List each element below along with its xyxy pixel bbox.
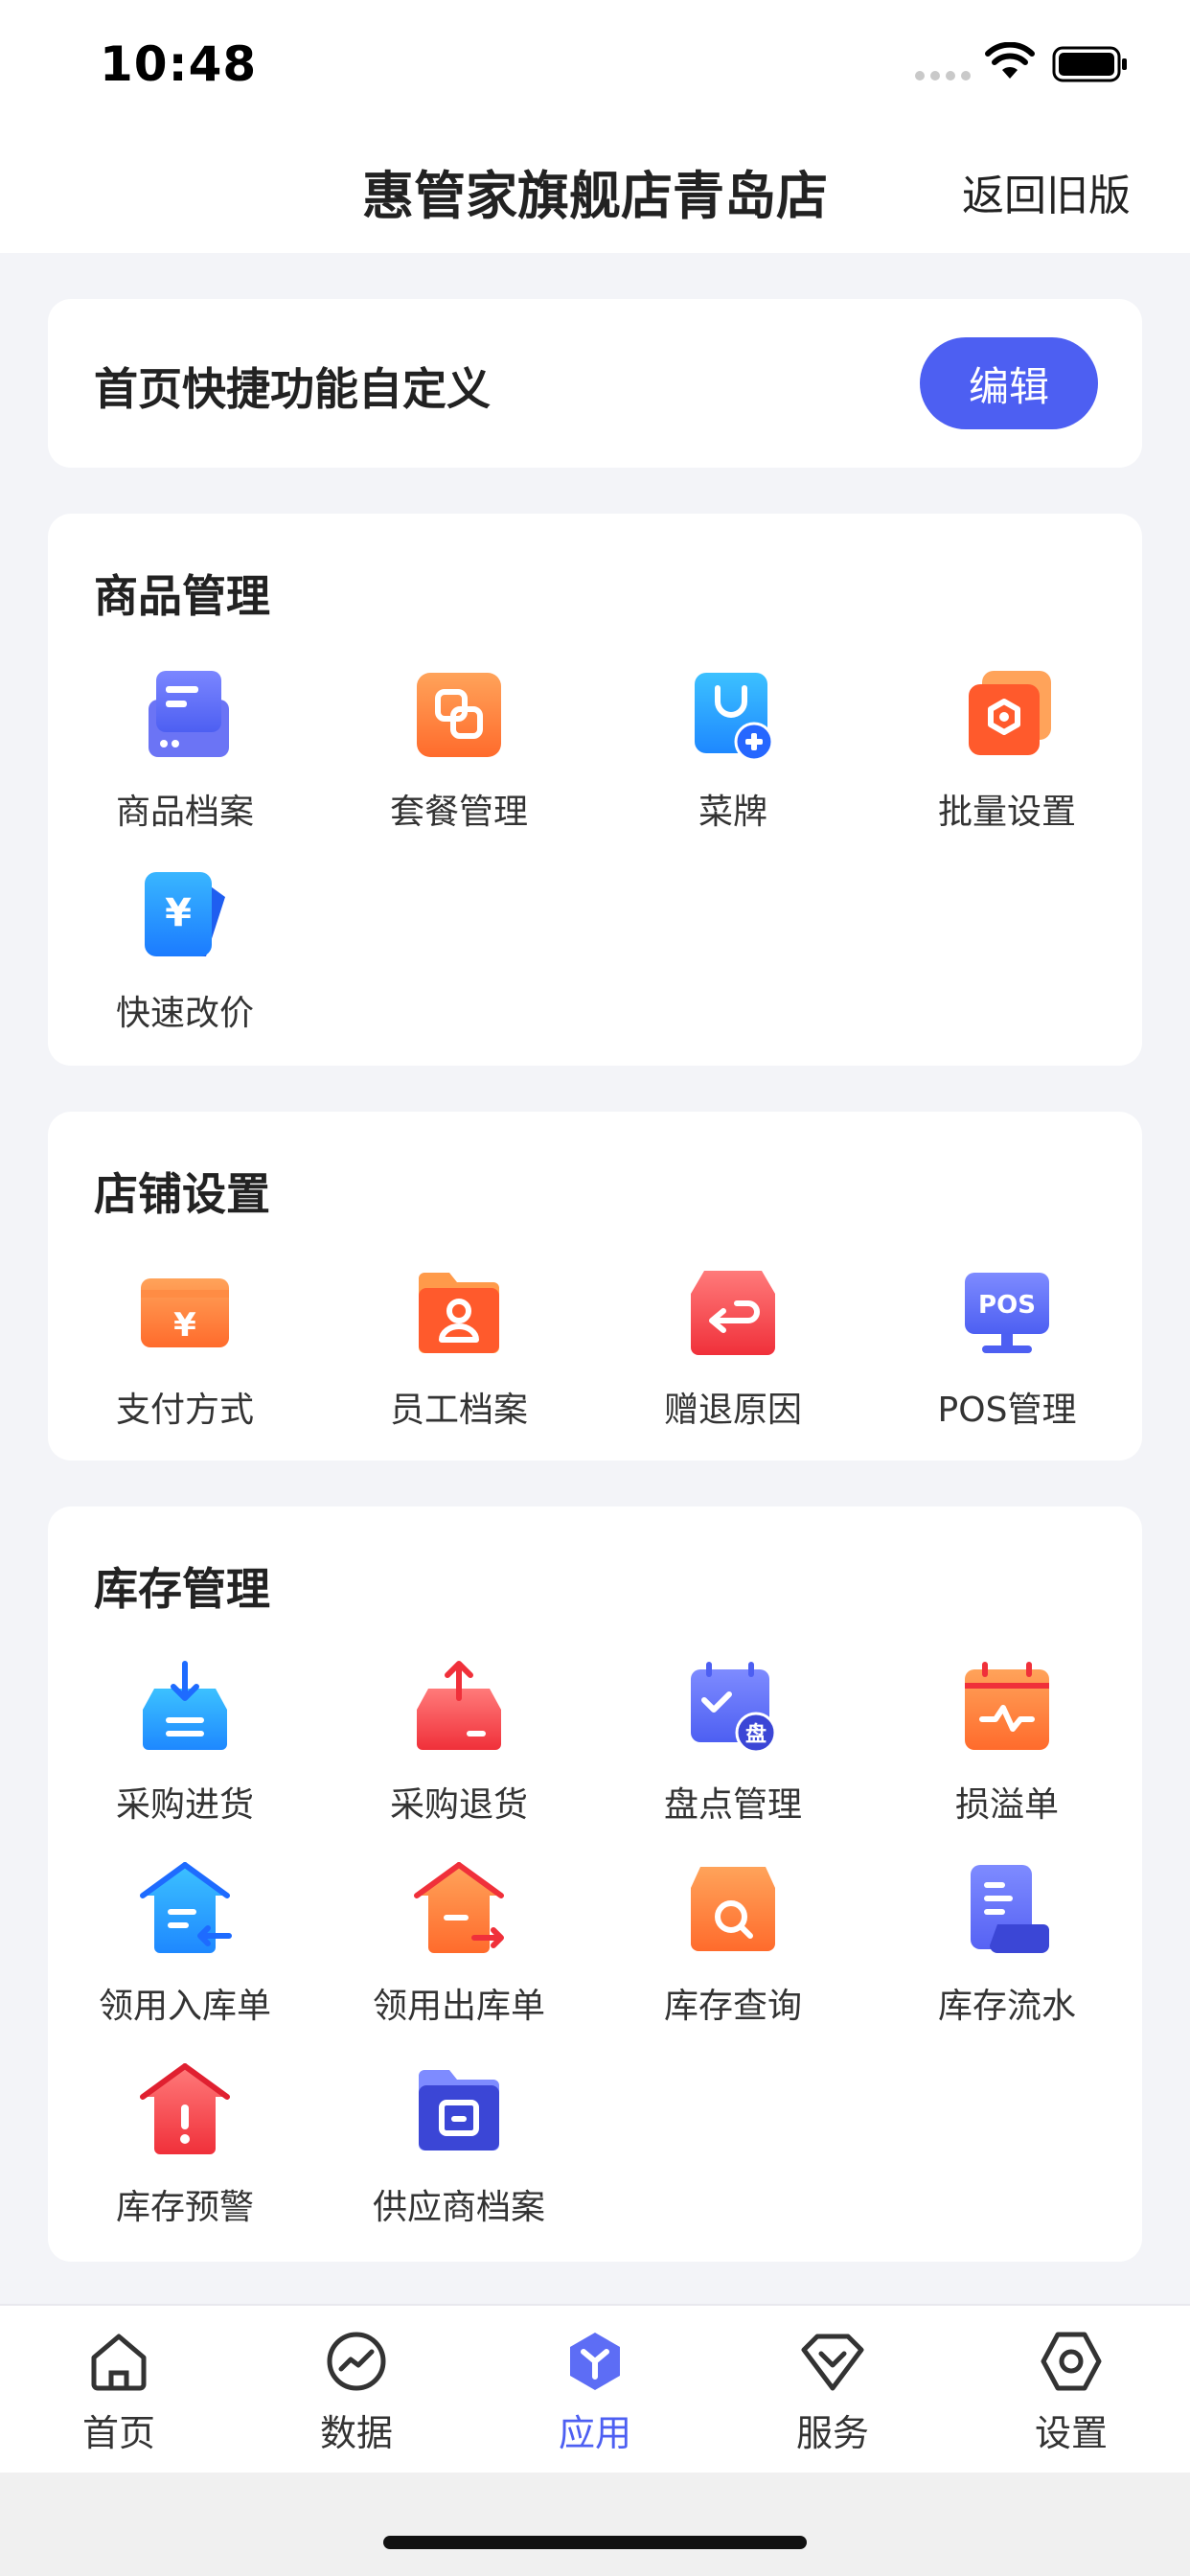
stock-out-icon [414, 1862, 504, 1953]
tab-settings[interactable]: 设置 [952, 2329, 1190, 2463]
grid-item-label: 商品档案 [115, 793, 254, 832]
grid-item-stock-flow[interactable]: 库存流水 [870, 1861, 1144, 2043]
tab-home[interactable]: 首页 [0, 2329, 238, 2463]
goods-archive-icon [149, 671, 229, 757]
inventory-check-icon-text: 盘 [745, 1722, 767, 1747]
tab-label: 应用 [558, 2412, 631, 2454]
tab-label: 首页 [81, 2412, 155, 2454]
grid-item-label: 领用入库单 [98, 1987, 271, 2026]
stock-flow-icon [971, 1865, 1049, 1953]
battery-icon [1052, 46, 1127, 82]
section-title: 库存管理 [94, 1563, 270, 1615]
quick-price-icon: ¥ [145, 872, 225, 956]
return-reason-icon [691, 1271, 775, 1355]
service-icon [801, 2334, 864, 2391]
stock-warning-icon [140, 2063, 230, 2154]
purchase-return-icon [417, 1661, 501, 1750]
grid-item-stock-out[interactable]: 领用出库单 [322, 1861, 596, 2043]
svg-text:¥: ¥ [165, 891, 192, 935]
stock-in-icon [140, 1862, 232, 1953]
grid-item-label: 库存预警 [115, 2188, 254, 2227]
grid-item-supplier[interactable]: 供应商档案 [322, 2062, 596, 2244]
pos-icon-text: POS [978, 1291, 1036, 1320]
status-bar: 10:48 [0, 0, 1190, 134]
staff-icon [419, 1273, 499, 1353]
store-settings-card: 店铺设置 ¥ 支付方式 员工档案 赠退原因 POS POS管理 [48, 1112, 1142, 1460]
tab-label: 数据 [319, 2412, 393, 2454]
grid-item-label: 赠退原因 [663, 1391, 802, 1430]
supplier-icon [419, 2070, 499, 2150]
home-indicator[interactable] [383, 2536, 807, 2549]
batch-settings-icon [969, 671, 1051, 755]
grid-item-purchase-in[interactable]: 采购进货 [48, 1660, 322, 1842]
grid-item-label: 员工档案 [389, 1391, 528, 1430]
grid-item-label: 采购退货 [389, 1785, 528, 1825]
grid-item-label: 支付方式 [115, 1391, 254, 1430]
payment-icon: ¥ [141, 1278, 229, 1347]
grid-item-purchase-return[interactable]: 采购退货 [322, 1660, 596, 1842]
grid-item-label: 菜牌 [698, 793, 767, 832]
grid-item-menu-card[interactable]: 菜牌 [596, 667, 870, 849]
grid-item-label: 库存流水 [937, 1987, 1076, 2026]
svg-text:¥: ¥ [173, 1306, 196, 1345]
tab-label: 服务 [795, 2412, 869, 2454]
menu-card-icon [695, 673, 774, 762]
apps-icon [570, 2333, 620, 2390]
edit-button[interactable]: 编辑 [920, 337, 1098, 429]
grid-item-label: POS管理 [937, 1391, 1077, 1430]
grid-item-stock-query[interactable]: 库存查询 [596, 1861, 870, 2043]
grid-item-return-reason[interactable]: 赠退原因 [596, 1265, 870, 1447]
section-title: 商品管理 [94, 570, 270, 622]
combo-icon [417, 673, 501, 757]
grid-item-label: 快速改价 [115, 994, 254, 1033]
home-indicator-area [0, 2472, 1190, 2576]
loss-gain-icon [965, 1662, 1049, 1750]
grid-item-label: 供应商档案 [372, 2188, 545, 2227]
signal-icon [915, 71, 971, 80]
grid-item-pos[interactable]: POS POS管理 [870, 1265, 1144, 1447]
grid-item-label: 领用出库单 [372, 1987, 545, 2026]
grid-item-stock-in[interactable]: 领用入库单 [48, 1861, 322, 2043]
tab-apps[interactable]: 应用 [476, 2329, 714, 2463]
purchase-in-icon [143, 1661, 227, 1750]
bottom-tab-bar: 首页 数据 应用 服务 设置 [0, 2304, 1190, 2472]
data-icon [327, 2332, 386, 2391]
grid-item-label: 采购进货 [115, 1785, 254, 1825]
quick-function-title: 首页快捷功能自定义 [94, 363, 491, 415]
grid-item-inventory-check[interactable]: 盘 盘点管理 [596, 1660, 870, 1842]
stock-query-icon [691, 1867, 775, 1951]
quick-function-card: 首页快捷功能自定义 编辑 [48, 299, 1142, 468]
grid-item-label: 库存查询 [663, 1987, 802, 2026]
inventory-check-icon: 盘 [691, 1662, 777, 1754]
goods-management-card: 商品管理 商品档案 套餐管理 菜牌 批量设置 ¥ 快速改价 [48, 514, 1142, 1066]
grid-item-label: 损溢单 [954, 1785, 1059, 1825]
nav-bar: 惠管家旗舰店青岛店 返回旧版 [0, 134, 1190, 253]
home-icon [91, 2334, 147, 2391]
back-to-old-version-link[interactable]: 返回旧版 [962, 161, 1131, 222]
stock-management-card: 库存管理 采购进货 采购退货 盘 盘点管理 损溢单 领用入库单 领用出库单 库存… [48, 1506, 1142, 2262]
grid-item-label: 批量设置 [937, 793, 1076, 832]
wifi-icon [985, 42, 1035, 79]
status-time: 10:48 [100, 36, 258, 92]
grid-item-label: 盘点管理 [663, 1785, 802, 1825]
tab-service[interactable]: 服务 [714, 2329, 951, 2463]
pos-icon: POS [965, 1273, 1049, 1353]
settings-icon [1041, 2332, 1102, 2391]
tab-data[interactable]: 数据 [238, 2329, 475, 2463]
tab-label: 设置 [1034, 2412, 1108, 2454]
grid-item-payment[interactable]: ¥ 支付方式 [48, 1265, 322, 1447]
grid-item-staff[interactable]: 员工档案 [322, 1265, 596, 1447]
grid-item-goods-archive[interactable]: 商品档案 [48, 667, 322, 849]
grid-item-loss-gain[interactable]: 损溢单 [870, 1660, 1144, 1842]
section-title: 店铺设置 [94, 1168, 270, 1220]
grid-item-quick-price[interactable]: ¥ 快速改价 [48, 868, 322, 1050]
grid-item-combo[interactable]: 套餐管理 [322, 667, 596, 849]
grid-item-batch-settings[interactable]: 批量设置 [870, 667, 1144, 849]
grid-item-stock-warning[interactable]: 库存预警 [48, 2062, 322, 2244]
grid-item-label: 套餐管理 [389, 793, 528, 832]
